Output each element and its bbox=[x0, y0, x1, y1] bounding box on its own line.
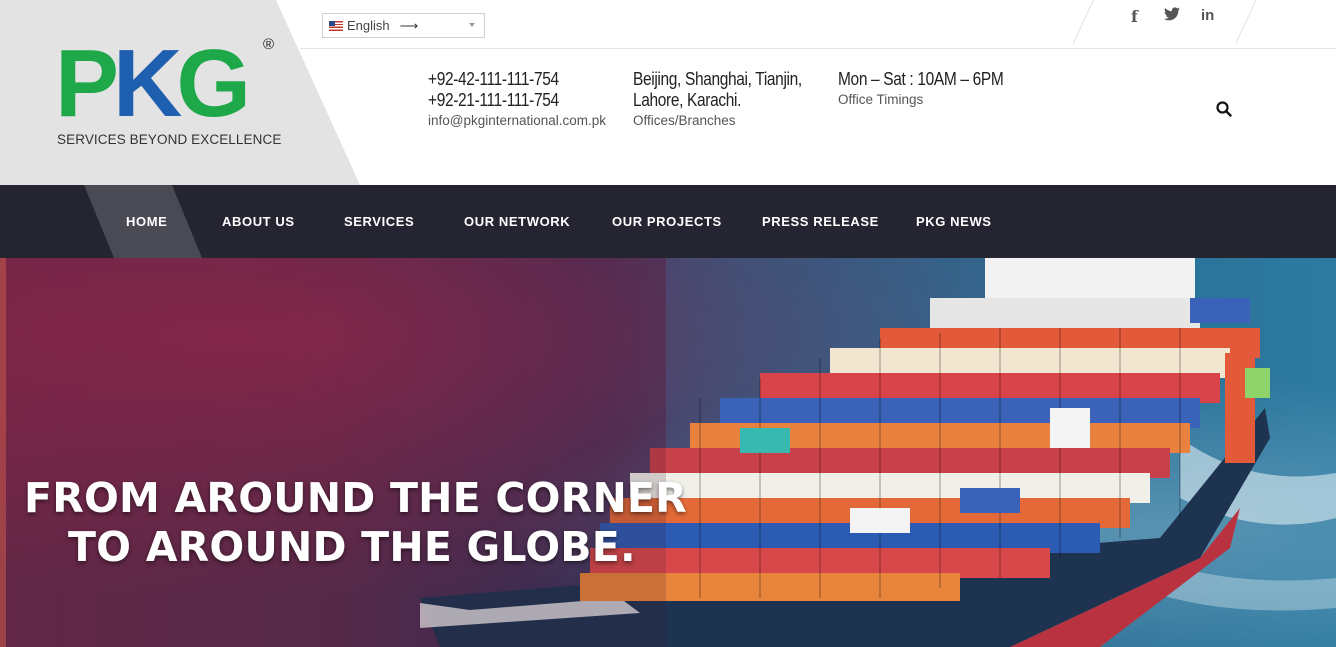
nav-item-services[interactable]: SERVICES bbox=[344, 214, 414, 229]
topbar-divider bbox=[300, 48, 1336, 49]
phone-primary[interactable]: +92-42-111-111-754 bbox=[428, 69, 581, 90]
nav-item-press-release[interactable]: PRESS RELEASE bbox=[762, 214, 879, 229]
social-links: f in bbox=[1072, 0, 1258, 44]
nav-item-pkg-news[interactable]: PKG NEWS bbox=[916, 214, 992, 229]
office-hours: Mon – Sat : 10AM – 6PM bbox=[838, 69, 1004, 89]
logo-letter-k: K bbox=[113, 30, 182, 137]
brand-logo[interactable]: PKG ® SERVICES BEYOND EXCELLENCE bbox=[55, 30, 282, 151]
timings-block: Mon – Sat : 10AM – 6PM Office Timings bbox=[838, 69, 1030, 109]
office-timings-label: Office Timings bbox=[838, 92, 924, 107]
hero-banner: FROM AROUND THE CORNER TO AROUND THE GLO… bbox=[0, 258, 1336, 647]
cargo-ship-image bbox=[0, 258, 1336, 647]
nav-item-our-projects[interactable]: OUR PROJECTS bbox=[612, 214, 722, 229]
social-divider-left bbox=[1072, 0, 1094, 44]
nav-item-home[interactable]: HOME bbox=[126, 214, 167, 229]
logo-letters: PKG bbox=[55, 30, 251, 137]
offices-block: Beijing, Shanghai, Tianjin, Lahore, Kara… bbox=[633, 69, 829, 130]
hero-headline-line-1: FROM AROUND THE CORNER bbox=[24, 474, 687, 522]
offices-line-1: Beijing, Shanghai, Tianjin, bbox=[633, 69, 802, 89]
twitter-bird-icon bbox=[1164, 7, 1180, 21]
us-flag-icon bbox=[329, 20, 343, 31]
brand-tagline: SERVICES BEYOND EXCELLENCE bbox=[57, 132, 282, 147]
phone-secondary[interactable]: +92-21-111-111-754 bbox=[428, 90, 581, 111]
hero-left-overlay bbox=[0, 258, 666, 647]
site-header: PKG ® SERVICES BEYOND EXCELLENCE English… bbox=[0, 0, 1336, 185]
nav-item-about-us[interactable]: ABOUT US bbox=[222, 214, 295, 229]
search-icon[interactable] bbox=[1216, 101, 1232, 117]
email-link[interactable]: info@pkginternational.com.pk bbox=[428, 111, 606, 130]
page: PKG ® SERVICES BEYOND EXCELLENCE English… bbox=[0, 0, 1336, 647]
arrow-right-icon: ⟶ bbox=[399, 17, 419, 33]
logo-letter-g: G bbox=[176, 30, 251, 137]
caret-down-icon bbox=[469, 23, 475, 27]
hero-headline-line-2: TO AROUND THE GLOBE. bbox=[68, 523, 636, 571]
linkedin-icon[interactable]: in bbox=[1201, 7, 1214, 24]
ship-bridge bbox=[985, 258, 1195, 298]
contact-block: +92-42-111-111-754 +92-21-111-111-754 in… bbox=[428, 69, 606, 130]
offices-label: Offices/Branches bbox=[633, 113, 736, 128]
language-select[interactable]: English ⟶ bbox=[322, 13, 485, 38]
nav-item-our-network[interactable]: OUR NETWORK bbox=[464, 214, 570, 229]
main-nav: HOME ABOUT US SERVICES OUR NETWORK OUR P… bbox=[0, 185, 1336, 258]
facebook-icon[interactable]: f bbox=[1131, 7, 1138, 26]
offices-line-2: Lahore, Karachi. bbox=[633, 90, 742, 110]
ship-bridge-deck bbox=[930, 298, 1200, 333]
logo-letter-p: P bbox=[55, 30, 119, 137]
social-divider-right bbox=[1235, 0, 1257, 44]
twitter-icon[interactable] bbox=[1164, 7, 1180, 26]
language-label: English bbox=[347, 18, 390, 33]
registered-mark: ® bbox=[263, 36, 275, 53]
